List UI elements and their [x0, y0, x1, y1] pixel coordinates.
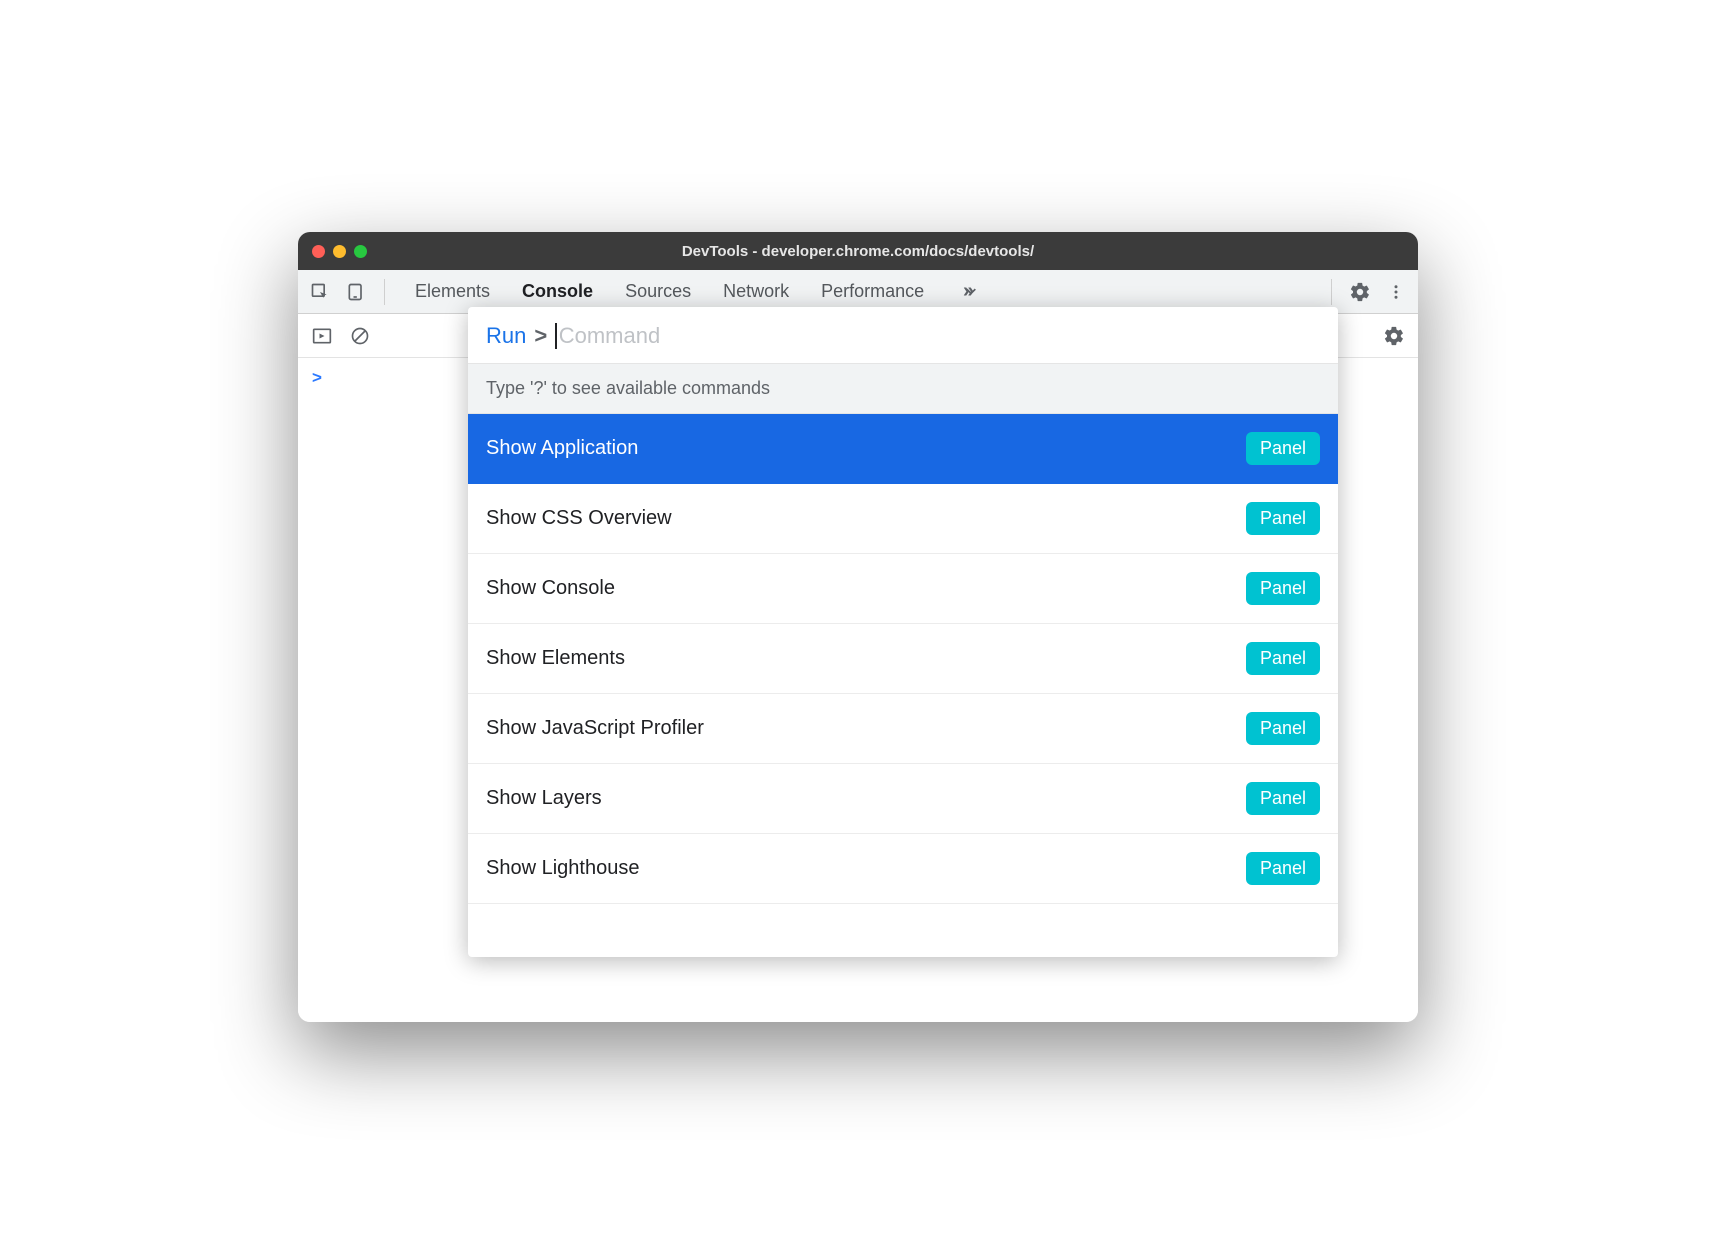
divider — [384, 279, 385, 305]
settings-icon[interactable] — [1346, 278, 1374, 306]
kebab-menu-icon[interactable] — [1382, 278, 1410, 306]
panel-badge: Panel — [1246, 572, 1320, 605]
tab-elements[interactable]: Elements — [415, 271, 490, 312]
palette-item-label: Show Lighthouse — [486, 857, 639, 880]
palette-item-label: Show Layers — [486, 787, 602, 810]
panel-badge: Panel — [1246, 432, 1320, 465]
tab-performance[interactable]: Performance — [821, 271, 924, 312]
text-cursor — [555, 323, 557, 349]
palette-item-label: Show CSS Overview — [486, 507, 672, 530]
inspect-element-icon[interactable] — [306, 278, 334, 306]
panel-badge: Panel — [1246, 502, 1320, 535]
console-prompt[interactable]: > — [312, 368, 322, 387]
clear-console-icon[interactable] — [346, 322, 374, 350]
window-titlebar: DevTools - developer.chrome.com/docs/dev… — [298, 232, 1418, 270]
maximize-window-button[interactable] — [354, 245, 367, 258]
tab-sources[interactable]: Sources — [625, 271, 691, 312]
palette-item[interactable]: Show Console Panel — [468, 554, 1338, 624]
palette-gt: > — [534, 323, 547, 349]
minimize-window-button[interactable] — [333, 245, 346, 258]
palette-item-label: Show Console — [486, 577, 615, 600]
panel-badge: Panel — [1246, 642, 1320, 675]
window-title: DevTools - developer.chrome.com/docs/dev… — [298, 243, 1418, 260]
palette-run-label: Run — [486, 323, 526, 349]
close-window-button[interactable] — [312, 245, 325, 258]
tabs-container: Elements Console Sources Network Perform… — [399, 271, 992, 312]
palette-item[interactable]: Show Lighthouse Panel — [468, 834, 1338, 904]
palette-item[interactable]: Show Elements Panel — [468, 624, 1338, 694]
palette-list: Show Application Panel Show CSS Overview Pa… — [468, 414, 1338, 957]
device-toolbar-icon[interactable] — [342, 278, 370, 306]
panel-badge: Panel — [1246, 712, 1320, 745]
palette-item[interactable]: Show Application Panel — [468, 414, 1338, 484]
command-palette-input-row[interactable]: Run > Command — [468, 307, 1338, 363]
palette-placeholder: Command — [559, 323, 660, 349]
panel-badge: Panel — [1246, 782, 1320, 815]
palette-item[interactable]: Show JavaScript Profiler Panel — [468, 694, 1338, 764]
traffic-lights — [312, 245, 367, 258]
tab-network[interactable]: Network — [723, 271, 789, 312]
tab-console[interactable]: Console — [522, 271, 593, 312]
palette-item-label: Show Application — [486, 437, 638, 460]
palette-item[interactable]: Show Layers Panel — [468, 764, 1338, 834]
command-palette: Run > Command Type '?' to see available … — [468, 307, 1338, 957]
console-settings-icon[interactable] — [1380, 322, 1408, 350]
palette-item-label: Show Elements — [486, 647, 625, 670]
toggle-drawer-icon[interactable] — [308, 322, 336, 350]
palette-item[interactable]: Show CSS Overview Panel — [468, 484, 1338, 554]
more-tabs-icon[interactable]: » — [964, 278, 992, 306]
palette-hint: Type '?' to see available commands — [468, 363, 1338, 414]
panel-badge: Panel — [1246, 852, 1320, 885]
palette-item-label: Show JavaScript Profiler — [486, 717, 704, 740]
devtools-window: DevTools - developer.chrome.com/docs/dev… — [298, 232, 1418, 1022]
divider — [1331, 279, 1332, 305]
